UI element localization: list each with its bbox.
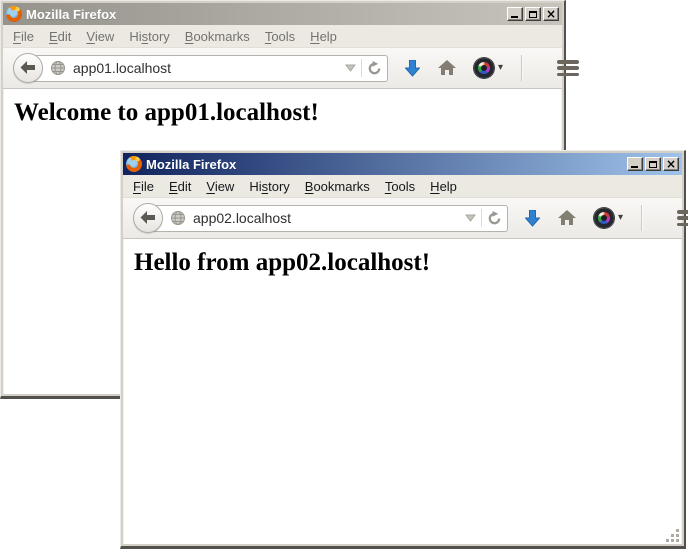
color-lens-icon[interactable]	[474, 58, 494, 78]
menu-tools[interactable]: Tools	[385, 179, 415, 194]
back-button[interactable]	[133, 203, 163, 233]
url-dropdown-icon[interactable]	[465, 214, 476, 222]
window-title: Mozilla Firefox	[26, 7, 507, 22]
menu-help[interactable]: Help	[310, 29, 337, 44]
maximize-icon	[649, 161, 657, 168]
minimize-icon	[631, 166, 638, 168]
titlebar[interactable]: Mozilla Firefox ×	[3, 3, 562, 25]
nav-toolbar: app01.localhost ▾	[3, 48, 562, 89]
download-icon[interactable]	[525, 210, 540, 227]
toolbar-separator	[521, 55, 522, 81]
lens-caret-icon[interactable]: ▾	[498, 63, 503, 73]
divider	[361, 59, 362, 77]
page-content: Hello from app02.localhost!	[123, 239, 682, 544]
home-icon[interactable]	[438, 60, 456, 76]
close-icon: ×	[666, 159, 676, 169]
minimize-button[interactable]	[627, 157, 643, 171]
menu-history[interactable]: History	[129, 29, 169, 44]
menu-bookmarks[interactable]: Bookmarks	[305, 179, 370, 194]
globe-icon	[50, 60, 66, 76]
divider	[481, 209, 482, 227]
titlebar[interactable]: Mozilla Firefox ×	[123, 153, 682, 175]
lens-caret-icon[interactable]: ▾	[618, 213, 623, 223]
toolbar-separator	[641, 205, 642, 231]
maximize-button[interactable]	[645, 157, 661, 171]
menu-view[interactable]: View	[206, 179, 234, 194]
close-icon: ×	[546, 9, 556, 19]
reload-icon[interactable]	[487, 211, 502, 226]
menu-bookmarks[interactable]: Bookmarks	[185, 29, 250, 44]
back-arrow-icon	[20, 61, 36, 75]
home-icon[interactable]	[558, 210, 576, 226]
firefox-window-app02: Mozilla Firefox × File Edit View History Boo…	[120, 150, 686, 549]
menu-edit[interactable]: Edit	[49, 29, 71, 44]
url-dropdown-icon[interactable]	[345, 64, 356, 72]
firefox-logo-icon	[6, 6, 22, 22]
menu-file[interactable]: File	[13, 29, 34, 44]
menu-view[interactable]: View	[86, 29, 114, 44]
globe-icon	[170, 210, 186, 226]
close-button[interactable]: ×	[543, 7, 559, 21]
menu-bar: File Edit View History Bookmarks Tools Help	[123, 175, 682, 198]
menu-edit[interactable]: Edit	[169, 179, 191, 194]
page-heading: Hello from app02.localhost!	[134, 249, 681, 277]
reload-icon[interactable]	[367, 61, 382, 76]
back-arrow-icon	[140, 211, 156, 225]
menu-help[interactable]: Help	[430, 179, 457, 194]
menu-hamburger-button[interactable]	[557, 60, 579, 76]
page-heading: Welcome to app01.localhost!	[14, 99, 561, 127]
download-icon[interactable]	[405, 60, 420, 77]
close-button[interactable]: ×	[663, 157, 679, 171]
nav-toolbar: app02.localhost ▾	[123, 198, 682, 239]
menu-bar: File Edit View History Bookmarks Tools Help	[3, 25, 562, 48]
color-lens-icon[interactable]	[594, 208, 614, 228]
minimize-icon	[511, 16, 518, 18]
window-title: Mozilla Firefox	[146, 157, 627, 172]
menu-hamburger-button[interactable]	[677, 210, 688, 226]
maximize-button[interactable]	[525, 7, 541, 21]
menu-history[interactable]: History	[249, 179, 289, 194]
menu-tools[interactable]: Tools	[265, 29, 295, 44]
url-input[interactable]: app02.localhost	[193, 210, 465, 226]
url-bar[interactable]: app01.localhost	[28, 55, 388, 82]
maximize-icon	[529, 11, 537, 18]
minimize-button[interactable]	[507, 7, 523, 21]
back-button[interactable]	[13, 53, 43, 83]
menu-file[interactable]: File	[133, 179, 154, 194]
firefox-logo-icon	[126, 156, 142, 172]
url-bar[interactable]: app02.localhost	[148, 205, 508, 232]
resize-grip[interactable]	[666, 529, 680, 543]
url-input[interactable]: app01.localhost	[73, 60, 345, 76]
